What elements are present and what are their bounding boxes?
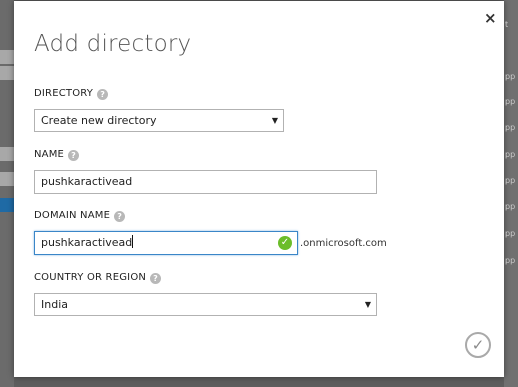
country-select-value: India xyxy=(41,298,68,311)
help-icon[interactable]: ? xyxy=(68,150,80,161)
domain-name-label: DOMAIN NAME? xyxy=(34,210,126,222)
background-row xyxy=(0,147,14,161)
background-row-selected xyxy=(0,198,14,212)
help-icon[interactable]: ? xyxy=(114,211,126,222)
background-text: pp xyxy=(505,123,516,132)
domain-suffix: .onmicrosoft.com xyxy=(300,238,387,249)
close-icon[interactable]: × xyxy=(484,10,497,26)
background-app-right xyxy=(504,0,518,387)
background-text: pp xyxy=(505,229,516,238)
background-text: pp xyxy=(505,150,516,159)
background-text: t xyxy=(505,20,509,29)
background-text: pp xyxy=(505,256,516,265)
directory-select-value: Create new directory xyxy=(41,114,157,127)
help-icon[interactable]: ? xyxy=(150,273,162,284)
chevron-down-icon: ▼ xyxy=(364,300,371,309)
domain-name-field-value: pushkaractivead xyxy=(41,236,133,249)
background-row xyxy=(0,172,14,186)
confirm-button[interactable]: ✓ xyxy=(465,332,491,358)
background-row xyxy=(0,50,14,64)
add-directory-dialog: × Add directory DIRECTORY? Create new di… xyxy=(14,1,504,377)
background-text: pp xyxy=(505,176,516,185)
dialog-title: Add directory xyxy=(34,31,192,57)
name-label: NAME? xyxy=(34,149,80,161)
checkmark-icon: ✓ xyxy=(471,336,485,354)
background-text: pp xyxy=(505,97,516,106)
country-label: COUNTRY OR REGION? xyxy=(34,272,162,284)
name-field[interactable]: pushkaractivead xyxy=(34,170,377,194)
country-select[interactable]: India ▼ xyxy=(34,293,377,316)
text-cursor xyxy=(132,235,134,248)
help-icon[interactable]: ? xyxy=(97,89,109,100)
name-field-value: pushkaractivead xyxy=(41,175,133,188)
directory-label: DIRECTORY? xyxy=(34,88,109,100)
background-row xyxy=(0,66,14,80)
directory-select[interactable]: Create new directory ▼ xyxy=(34,109,284,132)
background-text: pp xyxy=(505,202,516,211)
domain-name-field[interactable]: pushkaractivead ✓ xyxy=(34,231,298,255)
chevron-down-icon: ▼ xyxy=(271,116,278,125)
background-text: pp xyxy=(505,72,516,81)
check-circle-icon: ✓ xyxy=(278,236,292,250)
